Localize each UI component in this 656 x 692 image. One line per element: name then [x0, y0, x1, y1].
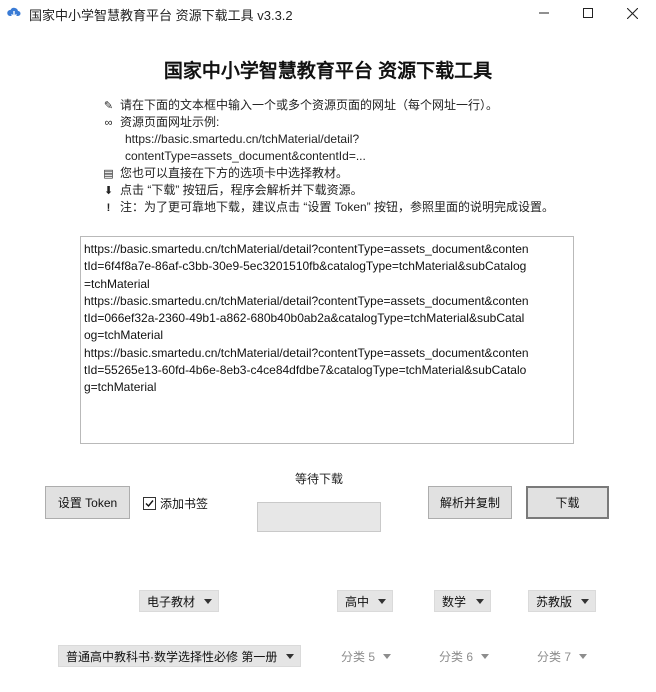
title-bar: 国家中小学智慧教育平台 资源下载工具 v3.3.2: [0, 0, 656, 26]
url-line: https://basic.smartedu.cn/tchMaterial/de…: [84, 345, 529, 360]
url-line: https://basic.smartedu.cn/tchMaterial/de…: [84, 293, 529, 308]
url-line: tId=55265e13-60fd-4b6e-8eb3-c4ce84dfdbe7…: [84, 363, 527, 378]
url-line: g=tchMaterial: [84, 380, 157, 395]
url-line: =tchMaterial: [84, 276, 150, 291]
url-input[interactable]: https://basic.smartedu.cn/tchMaterial/de…: [80, 236, 574, 444]
minimize-icon: [539, 12, 549, 14]
chevron-down-icon: [378, 599, 386, 604]
chevron-down-icon: [476, 599, 484, 604]
pin-icon: ✎: [103, 100, 114, 112]
memo-icon: ▤: [103, 168, 114, 180]
close-button[interactable]: [610, 0, 654, 26]
chevron-down-icon: [581, 599, 589, 604]
minimize-button[interactable]: [522, 0, 566, 26]
instruction-line: ▤ 您也可以直接在下方的选项卡中选择教材。: [101, 166, 348, 182]
category5-select[interactable]: 分类 5: [333, 645, 398, 667]
checkbox-box: [143, 496, 156, 510]
download-button[interactable]: 下载: [526, 486, 609, 519]
url-line: og=tchMaterial: [84, 328, 164, 343]
set-token-button[interactable]: 设置 Token: [45, 486, 130, 519]
stage-select[interactable]: 高中: [337, 590, 393, 612]
category6-select[interactable]: 分类 6: [431, 645, 496, 667]
instruction-line: ∞ 资源页面网址示例:: [101, 115, 220, 131]
download-cloud-icon: [7, 7, 21, 18]
maximize-button[interactable]: [566, 0, 610, 26]
textbook-select[interactable]: 普通高中教科书·数学选择性必修 第一册: [58, 645, 301, 667]
chevron-down-icon: [286, 654, 294, 659]
instruction-line: ✎ 请在下面的文本框中输入一个或多个资源页面的网址（每个网址一行）。: [101, 98, 498, 114]
check-icon: [145, 499, 154, 507]
url-line: tId=066ef32a-2360-49b1-a862-680b40b0ab2a…: [84, 311, 525, 326]
close-icon: [626, 7, 638, 19]
bookmark-checkbox[interactable]: 添加书签: [143, 496, 209, 511]
status-label: 等待下载: [294, 472, 343, 486]
link-icon: ∞: [104, 117, 113, 129]
progress-bar: [257, 502, 381, 532]
category-select[interactable]: 电子教材: [139, 590, 219, 612]
instruction-line: https://basic.smartedu.cn/tchMaterial/de…: [125, 132, 360, 146]
instruction-line: ! 注：为了更可靠地下载，建议点击 “设置 Token” 按钮，参照里面的说明完成…: [101, 200, 554, 216]
inbox-icon: ⬇: [103, 185, 114, 197]
url-line: https://basic.smartedu.cn/tchMaterial/de…: [84, 242, 529, 256]
page-title: 国家中小学智慧教育平台 资源下载工具: [163, 61, 493, 82]
exclamation-icon: !: [106, 202, 111, 214]
chevron-down-icon: [204, 599, 212, 604]
category7-select[interactable]: 分类 7: [529, 645, 594, 667]
chevron-down-icon: [383, 654, 391, 659]
instruction-line: ⬇ 点击 “下载” 按钮后，程序会解析并下载资源。: [101, 183, 363, 199]
window-title: 国家中小学智慧教育平台 资源下载工具 v3.3.2: [29, 8, 293, 23]
url-line: tId=6f4f8a7e-86af-c3bb-30e9-5ec3201510fb…: [84, 259, 527, 274]
edition-select[interactable]: 苏教版: [528, 590, 596, 612]
chevron-down-icon: [579, 654, 587, 659]
subject-select[interactable]: 数学: [434, 590, 491, 612]
maximize-icon: [583, 8, 593, 18]
bookmark-label: 添加书签: [160, 496, 209, 511]
parse-copy-button[interactable]: 解析并复制: [428, 486, 512, 519]
instruction-line: contentType=assets_document&contentId=..…: [125, 149, 366, 163]
chevron-down-icon: [481, 654, 489, 659]
